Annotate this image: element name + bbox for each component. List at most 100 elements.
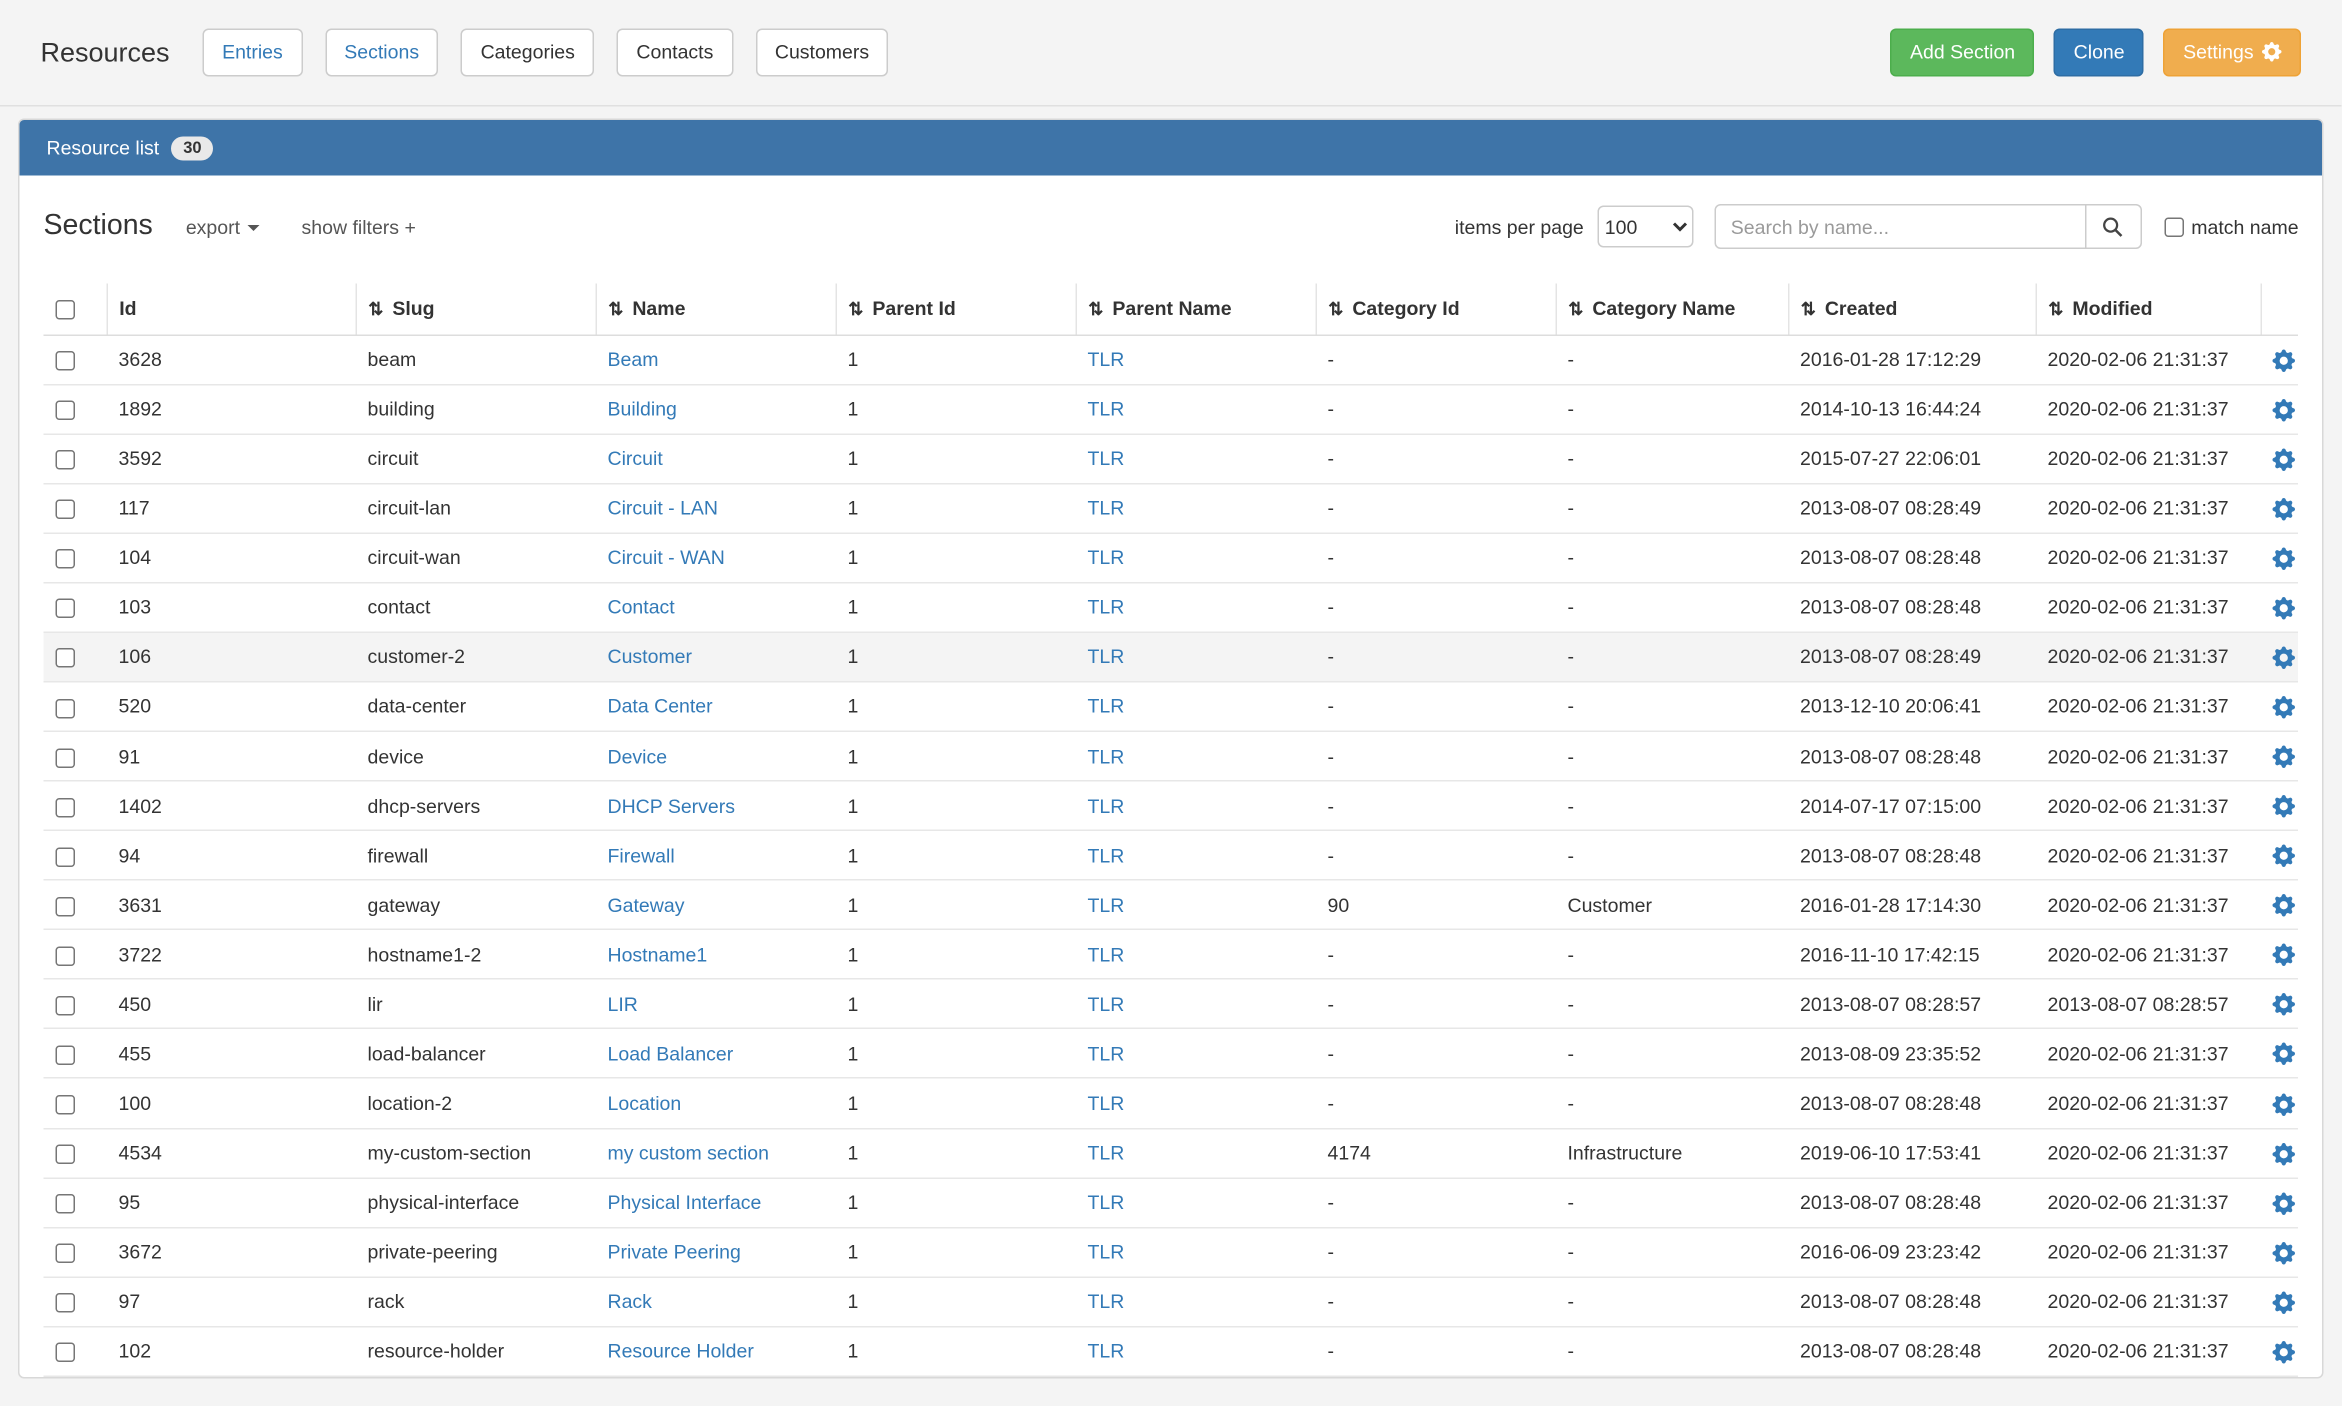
parent-name-link[interactable]: TLR: [1088, 993, 1125, 1016]
row-gear-icon[interactable]: [2273, 498, 2296, 521]
row-gear-icon[interactable]: [2273, 1192, 2296, 1215]
section-name-link[interactable]: Private Peering: [608, 1241, 741, 1264]
section-name-link[interactable]: Firewall: [608, 844, 675, 867]
row-checkbox[interactable]: [56, 1145, 76, 1165]
show-filters-link[interactable]: show filters +: [302, 215, 416, 238]
section-name-link[interactable]: my custom section: [608, 1142, 769, 1165]
row-checkbox[interactable]: [56, 1194, 76, 1214]
row-gear-icon[interactable]: [2273, 448, 2296, 471]
col-parent-name[interactable]: ⇅Parent Name: [1076, 284, 1316, 335]
parent-name-link[interactable]: TLR: [1088, 348, 1125, 371]
tab-customers[interactable]: Customers: [755, 28, 888, 77]
section-name-link[interactable]: Rack: [608, 1290, 652, 1313]
row-checkbox[interactable]: [56, 351, 76, 371]
parent-name-link[interactable]: TLR: [1088, 497, 1125, 520]
section-name-link[interactable]: Data Center: [608, 695, 713, 718]
search-button[interactable]: [2085, 204, 2142, 249]
parent-name-link[interactable]: TLR: [1088, 1042, 1125, 1065]
section-name-link[interactable]: Beam: [608, 348, 659, 371]
section-name-link[interactable]: Physical Interface: [608, 1191, 762, 1214]
col-modified[interactable]: ⇅Modified: [2036, 284, 2261, 335]
row-gear-icon[interactable]: [2273, 746, 2296, 769]
row-gear-icon[interactable]: [2273, 646, 2296, 669]
row-gear-icon[interactable]: [2273, 994, 2296, 1017]
col-parent-id[interactable]: ⇅Parent Id: [836, 284, 1076, 335]
parent-name-link[interactable]: TLR: [1088, 546, 1125, 569]
section-name-link[interactable]: DHCP Servers: [608, 794, 736, 817]
section-name-link[interactable]: Gateway: [608, 894, 685, 917]
section-name-link[interactable]: Circuit - LAN: [608, 497, 719, 520]
section-name-link[interactable]: Load Balancer: [608, 1042, 734, 1065]
col-slug[interactable]: ⇅Slug: [356, 284, 596, 335]
row-checkbox[interactable]: [56, 847, 76, 867]
tab-entries[interactable]: Entries: [203, 28, 303, 77]
clone-button[interactable]: Clone: [2054, 28, 2144, 77]
parent-name-link[interactable]: TLR: [1088, 447, 1125, 470]
section-name-link[interactable]: Customer: [608, 646, 693, 669]
section-name-link[interactable]: Resource Holder: [608, 1340, 754, 1363]
row-gear-icon[interactable]: [2273, 1242, 2296, 1265]
row-gear-icon[interactable]: [2273, 845, 2296, 868]
col-name[interactable]: ⇅Name: [596, 284, 836, 335]
row-checkbox[interactable]: [56, 1293, 76, 1313]
section-name-link[interactable]: Circuit - WAN: [608, 546, 725, 569]
search-input[interactable]: [1714, 204, 2086, 249]
parent-name-link[interactable]: TLR: [1088, 1241, 1125, 1264]
parent-name-link[interactable]: TLR: [1088, 695, 1125, 718]
row-gear-icon[interactable]: [2273, 1341, 2296, 1364]
row-gear-icon[interactable]: [2273, 1043, 2296, 1066]
row-gear-icon[interactable]: [2273, 349, 2296, 372]
row-gear-icon[interactable]: [2273, 1093, 2296, 1116]
section-name-link[interactable]: LIR: [608, 993, 638, 1016]
row-gear-icon[interactable]: [2273, 944, 2296, 967]
row-checkbox[interactable]: [56, 698, 76, 718]
row-checkbox[interactable]: [56, 797, 76, 817]
row-checkbox[interactable]: [56, 401, 76, 421]
parent-name-link[interactable]: TLR: [1088, 646, 1125, 669]
section-name-link[interactable]: Building: [608, 398, 677, 421]
row-checkbox[interactable]: [56, 946, 76, 966]
parent-name-link[interactable]: TLR: [1088, 1340, 1125, 1363]
parent-name-link[interactable]: TLR: [1088, 1191, 1125, 1214]
tab-sections[interactable]: Sections: [325, 28, 439, 77]
row-gear-icon[interactable]: [2273, 795, 2296, 818]
row-gear-icon[interactable]: [2273, 696, 2296, 719]
section-name-link[interactable]: Hostname1: [608, 943, 708, 966]
row-checkbox[interactable]: [56, 500, 76, 520]
select-all-checkbox[interactable]: [56, 300, 76, 320]
row-checkbox[interactable]: [56, 897, 76, 917]
row-checkbox[interactable]: [56, 996, 76, 1016]
parent-name-link[interactable]: TLR: [1088, 1142, 1125, 1165]
tab-categories[interactable]: Categories: [461, 28, 594, 77]
parent-name-link[interactable]: TLR: [1088, 943, 1125, 966]
parent-name-link[interactable]: TLR: [1088, 745, 1125, 768]
parent-name-link[interactable]: TLR: [1088, 844, 1125, 867]
parent-name-link[interactable]: TLR: [1088, 1092, 1125, 1115]
parent-name-link[interactable]: TLR: [1088, 894, 1125, 917]
row-gear-icon[interactable]: [2273, 894, 2296, 917]
col-category-name[interactable]: ⇅Category Name: [1556, 284, 1789, 335]
row-gear-icon[interactable]: [2273, 547, 2296, 570]
row-checkbox[interactable]: [56, 1045, 76, 1065]
add-section-button[interactable]: Add Section: [1890, 28, 2034, 77]
section-name-link[interactable]: Device: [608, 745, 668, 768]
row-checkbox[interactable]: [56, 450, 76, 470]
parent-name-link[interactable]: TLR: [1088, 398, 1125, 421]
settings-button[interactable]: Settings: [2164, 28, 2302, 77]
row-gear-icon[interactable]: [2273, 1142, 2296, 1165]
section-name-link[interactable]: Location: [608, 1092, 682, 1115]
section-name-link[interactable]: Circuit: [608, 447, 663, 470]
row-gear-icon[interactable]: [2273, 597, 2296, 620]
row-checkbox[interactable]: [56, 599, 76, 619]
parent-name-link[interactable]: TLR: [1088, 1290, 1125, 1313]
row-checkbox[interactable]: [56, 1095, 76, 1115]
row-checkbox[interactable]: [56, 748, 76, 768]
export-dropdown[interactable]: export: [186, 215, 260, 238]
row-checkbox[interactable]: [56, 649, 76, 669]
row-checkbox[interactable]: [56, 1343, 76, 1363]
tab-contacts[interactable]: Contacts: [617, 28, 733, 77]
parent-name-link[interactable]: TLR: [1088, 596, 1125, 619]
match-name-checkbox[interactable]: [2164, 217, 2184, 237]
row-checkbox[interactable]: [56, 1244, 76, 1264]
section-name-link[interactable]: Contact: [608, 596, 675, 619]
